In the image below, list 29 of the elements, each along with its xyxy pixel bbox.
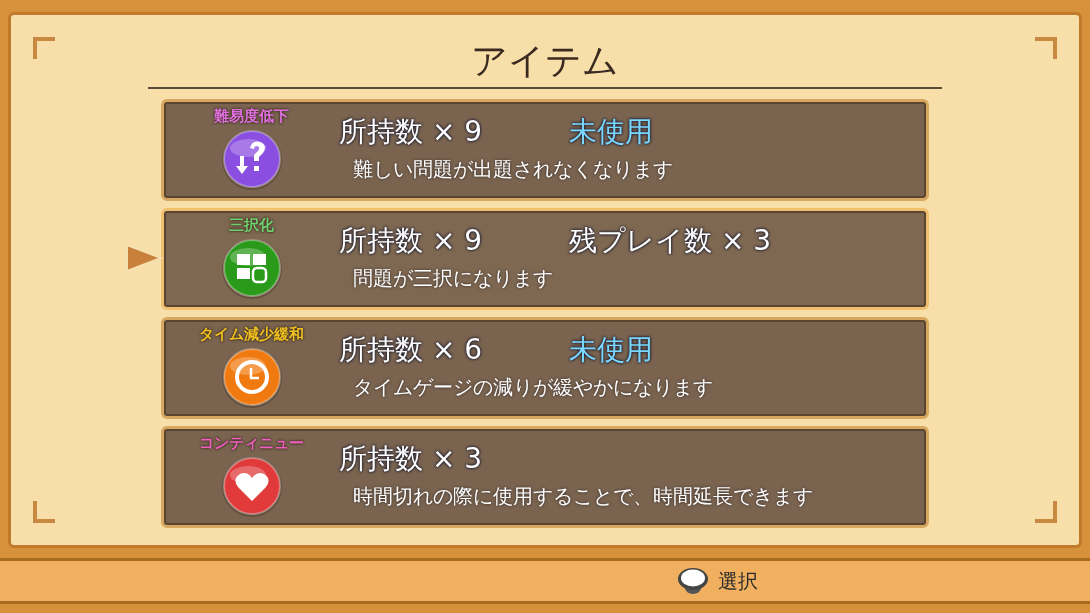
item-row[interactable]: 難易度低下 所持数 × 9 未使用 難しい問題が出題されなくなります	[161, 99, 929, 201]
select-hint: 選択	[718, 567, 758, 595]
question-icon	[219, 128, 284, 192]
item-label: 三択化	[229, 215, 274, 235]
item-description: タイムゲージの減りが緩やかになります	[353, 374, 713, 400]
item-status: 残プレイ数 × 3	[569, 223, 772, 259]
corner-bracket	[1035, 37, 1057, 59]
corner-bracket	[33, 37, 55, 59]
corner-bracket	[33, 501, 55, 523]
item-label: コンティニュー	[199, 433, 304, 453]
item-count: 所持数 × 9	[339, 223, 484, 259]
item-status: 未使用	[569, 114, 653, 150]
item-row[interactable]: 三択化 所持数 × 9 残プレイ数 × 3 問題が三択になります	[161, 208, 929, 310]
item-count: 所持数 × 6	[339, 332, 484, 368]
corner-bracket	[1035, 501, 1057, 523]
item-row[interactable]: コンティニュー 所持数 × 3 時間切れの際に使用することで、時間延長できます	[161, 426, 929, 528]
item-label: 難易度低下	[214, 106, 289, 126]
grid-icon	[219, 237, 284, 301]
item-status: 未使用	[569, 332, 653, 368]
item-label: タイム減少緩和	[199, 324, 304, 344]
item-count: 所持数 × 9	[339, 114, 484, 150]
item-description: 難しい問題が出題されなくなります	[353, 156, 673, 182]
item-count: 所持数 × 3	[339, 441, 484, 477]
item-description: 問題が三択になります	[353, 265, 554, 291]
screen-title: アイテム	[471, 39, 619, 83]
item-description: 時間切れの際に使用することで、時間延長できます	[353, 483, 813, 509]
clock-icon	[219, 346, 284, 410]
item-row[interactable]: タイム減少緩和 所持数 × 6 未使用 タイムゲージの減りが緩やかになります	[161, 317, 929, 419]
control-stick-icon	[676, 566, 710, 596]
